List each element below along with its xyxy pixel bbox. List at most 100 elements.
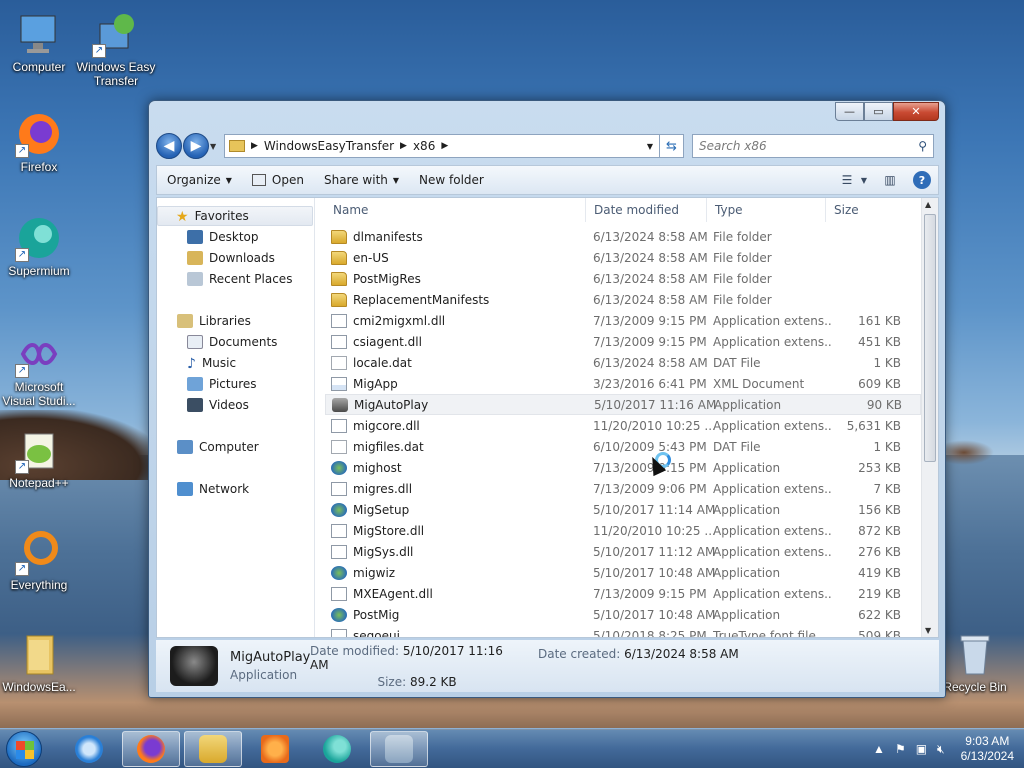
show-hidden-icons-button[interactable]: ▲ xyxy=(873,742,885,756)
chevron-down-icon: ▼ xyxy=(225,175,232,185)
search-icon[interactable]: ⚲ xyxy=(918,139,927,153)
folder-icon xyxy=(331,292,347,307)
file-row[interactable]: ReplacementManifests 6/13/2024 8:58 AM Fil… xyxy=(325,289,921,310)
nav-music[interactable]: ♪ Music xyxy=(187,353,236,373)
address-bar[interactable]: ▶ WindowsEasyTransfer ▶ x86 ▶ ▼ xyxy=(224,134,660,158)
breadcrumb-chevron-icon[interactable]: ▶ xyxy=(441,141,448,151)
column-header-size[interactable]: Size xyxy=(826,198,899,222)
desktop-icon-everything[interactable]: ↗ Everything xyxy=(0,528,81,592)
vertical-scrollbar[interactable]: ▲ ▼ xyxy=(921,198,938,637)
view-options-dropdown[interactable]: ▼ xyxy=(859,170,869,190)
easy-transfer-icon: ↗ xyxy=(92,10,140,58)
file-date-modified: 5/10/2017 11:12 AM xyxy=(593,544,716,559)
taskbar-media-player[interactable] xyxy=(246,731,304,767)
taskbar-explorer[interactable] xyxy=(184,731,242,767)
nav-favorites[interactable]: ★ Favorites xyxy=(157,206,313,226)
new-folder-button[interactable]: New folder xyxy=(409,173,494,187)
nav-videos[interactable]: Videos xyxy=(187,395,249,415)
nav-desktop[interactable]: Desktop xyxy=(187,227,259,247)
nav-network[interactable]: Network xyxy=(177,479,249,499)
file-row[interactable]: PostMig 5/10/2017 10:48 AM Application 622 … xyxy=(325,604,921,625)
nav-pictures[interactable]: Pictures xyxy=(187,374,257,394)
file-row[interactable]: MigAutoPlay 5/10/2017 11:16 AM Application… xyxy=(325,394,921,415)
file-row[interactable]: dlmanifests 6/13/2024 8:58 AM File folder xyxy=(325,226,921,247)
help-button[interactable]: ? xyxy=(911,170,933,190)
desktop-icon-supermium[interactable]: ↗ Supermium xyxy=(0,214,81,278)
nav-documents[interactable]: Documents xyxy=(187,332,277,352)
maximize-button[interactable]: ▭ xyxy=(864,102,893,121)
file-row[interactable]: mighost 7/13/2009 9:15 PM Application 253 K… xyxy=(325,457,921,478)
file-name: ReplacementManifests xyxy=(353,292,490,307)
file-row[interactable]: en-US 6/13/2024 8:58 AM File folder xyxy=(325,247,921,268)
clock-date: 6/13/2024 xyxy=(960,749,1014,763)
column-header-name[interactable]: Name xyxy=(317,198,586,222)
back-button[interactable]: ◀ xyxy=(156,133,182,159)
file-row[interactable]: csiagent.dll 7/13/2009 9:15 PM Application… xyxy=(325,331,921,352)
nav-libraries[interactable]: Libraries xyxy=(177,311,251,331)
file-row[interactable]: MXEAgent.dll 7/13/2009 9:15 PM Application… xyxy=(325,583,921,604)
nav-recent-places[interactable]: Recent Places xyxy=(187,269,292,289)
chevron-down-icon: ▼ xyxy=(392,175,400,185)
network-status-icon[interactable]: ▣ xyxy=(916,742,927,756)
dll-icon xyxy=(331,586,347,601)
desktop-icon-computer[interactable]: Computer xyxy=(0,10,81,74)
desktop-icon-firefox[interactable]: ↗ Firefox xyxy=(0,110,81,174)
desktop-icon-notepadpp[interactable]: ↗ Notepad++ xyxy=(0,426,81,490)
breadcrumb-x86[interactable]: x86 xyxy=(413,139,435,153)
address-history-dropdown[interactable]: ▼ xyxy=(641,142,659,151)
minimize-button[interactable]: — xyxy=(835,102,864,121)
clock[interactable]: 9:03 AM 6/13/2024 xyxy=(961,734,1014,764)
file-row[interactable]: cmi2migxml.dll 7/13/2009 9:15 PM Applicati… xyxy=(325,310,921,331)
file-date-modified: 7/13/2009 9:15 PM xyxy=(593,334,707,349)
scroll-down-icon[interactable]: ▼ xyxy=(925,626,931,635)
column-header-type[interactable]: Type xyxy=(707,198,826,222)
desktop-icon-windows-easy-transfer[interactable]: ↗ Windows Easy Transfer xyxy=(74,10,158,88)
file-row[interactable]: migfiles.dat 6/10/2009 5:43 PM DAT File 1 K… xyxy=(325,436,921,457)
file-row[interactable]: migres.dll 7/13/2009 9:06 PM Application e… xyxy=(325,478,921,499)
recent-pages-dropdown[interactable]: ▼ xyxy=(210,142,220,151)
file-row[interactable]: migcore.dll 11/20/2010 10:25 ... Applicati… xyxy=(325,415,921,436)
file-size: 509 KB xyxy=(858,628,901,638)
refresh-button[interactable]: ⇆ xyxy=(660,134,684,158)
taskbar-firefox[interactable] xyxy=(122,731,180,767)
file-date-modified: 5/10/2017 10:48 AM xyxy=(593,565,716,580)
taskbar-easy-transfer[interactable] xyxy=(370,731,428,767)
nav-computer[interactable]: Computer xyxy=(177,437,259,457)
downloads-icon xyxy=(187,251,203,265)
network-icon xyxy=(177,482,193,496)
breadcrumb-chevron-icon[interactable]: ▶ xyxy=(400,141,407,151)
forward-button[interactable]: ▶ xyxy=(183,133,209,159)
organize-button[interactable]: Organize ▼ xyxy=(157,173,242,187)
desktop-icon-windowseasytransfer-folder[interactable]: WindowsEa... xyxy=(0,630,81,694)
taskbar-internet-explorer[interactable] xyxy=(60,731,118,767)
file-type: File folder xyxy=(713,292,772,307)
file-row[interactable]: MigSys.dll 5/10/2017 11:12 AM Application … xyxy=(325,541,921,562)
column-header-date-modified[interactable]: Date modified xyxy=(586,198,707,222)
breadcrumb-windowseasytransfer[interactable]: WindowsEasyTransfer xyxy=(264,139,394,153)
action-center-flag-icon[interactable]: ⚑ xyxy=(895,742,906,756)
taskbar-supermium[interactable] xyxy=(308,731,366,767)
file-row[interactable]: segoeui 5/10/2018 8:25 PM TrueType font fi… xyxy=(325,625,921,637)
preview-pane-button[interactable]: ▥ xyxy=(879,170,901,190)
open-button[interactable]: Open xyxy=(242,173,314,187)
file-type: Application extens... xyxy=(713,544,833,559)
file-row[interactable]: MigStore.dll 11/20/2010 10:25 ... Applicat… xyxy=(325,520,921,541)
scrollbar-thumb[interactable] xyxy=(924,214,936,462)
scroll-up-icon[interactable]: ▲ xyxy=(925,200,931,209)
start-button[interactable] xyxy=(6,731,42,767)
file-row[interactable]: migwiz 5/10/2017 10:48 AM Application 419 K… xyxy=(325,562,921,583)
breadcrumb-chevron-icon[interactable]: ▶ xyxy=(251,141,258,151)
close-button[interactable]: ✕ xyxy=(893,102,939,121)
share-with-button[interactable]: Share with ▼ xyxy=(314,173,409,187)
volume-muted-icon[interactable]: 🔇︎ xyxy=(937,742,945,757)
file-row[interactable]: locale.dat 6/13/2024 8:58 AM DAT File 1 KB xyxy=(325,352,921,373)
change-view-button[interactable]: ☰ xyxy=(836,170,858,190)
file-date-modified: 6/13/2024 8:58 AM xyxy=(593,355,708,370)
file-row[interactable]: PostMigRes 6/13/2024 8:58 AM File folder xyxy=(325,268,921,289)
nav-downloads[interactable]: Downloads xyxy=(187,248,275,268)
dll-icon xyxy=(331,334,347,349)
file-row[interactable]: MigApp 3/23/2016 6:41 PM XML Document 609 K… xyxy=(325,373,921,394)
file-row[interactable]: MigSetup 5/10/2017 11:14 AM Application 156… xyxy=(325,499,921,520)
search-input[interactable]: Search x86 ⚲ xyxy=(692,134,934,158)
desktop-icon-visual-studio[interactable]: ↗ Microsoft Visual Studi... xyxy=(0,330,81,408)
